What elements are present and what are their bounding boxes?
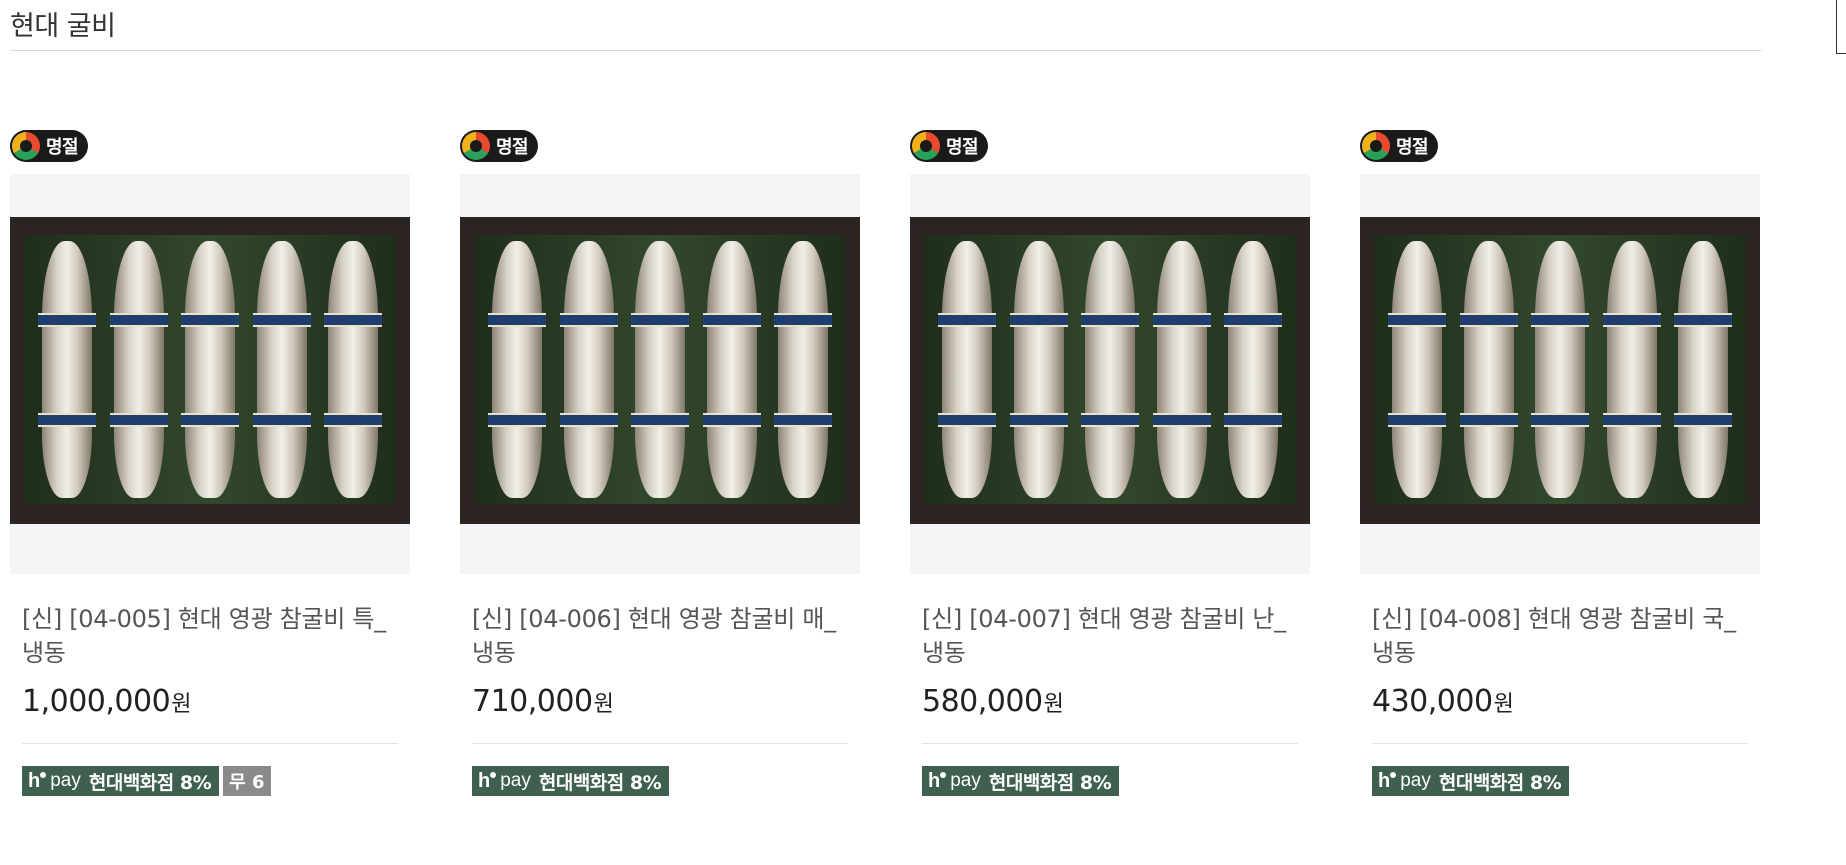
holiday-logo-icon [12, 132, 40, 160]
product-list-page: 현대 굴비 명절 [신] [04-005] 현대 영광 참굴비 특_냉동 1,0… [0, 0, 1846, 865]
product-image-link[interactable] [10, 174, 410, 574]
section-divider [10, 50, 1762, 51]
h-pay-icon: h [1378, 769, 1397, 792]
card-divider [472, 743, 848, 744]
holiday-badge: 명절 [460, 130, 539, 162]
holiday-logo-icon [912, 132, 940, 160]
price-unit: 원 [1043, 692, 1064, 717]
badge-label: 명절 [946, 137, 979, 158]
h-pay-icon: h [28, 769, 47, 792]
benefit-tags: h pay 현대백화점 8% [1372, 766, 1748, 796]
holiday-badge: 명절 [1360, 130, 1439, 162]
card-divider [922, 743, 1298, 744]
product-image-link[interactable] [460, 174, 860, 574]
badge-label: 명절 [46, 137, 79, 158]
price-value: 580,000 [922, 684, 1043, 719]
product-card: 명절 [신] [04-007] 현대 영광 참굴비 난_냉동 580,000 원 [910, 130, 1310, 796]
product-image [10, 217, 410, 524]
installment-tag: 무 6 [223, 766, 271, 796]
price-unit: 원 [593, 692, 614, 717]
product-name-link[interactable]: [신] [04-008] 현대 영광 참굴비 국_냉동 [1372, 602, 1748, 670]
card-divider [1372, 743, 1748, 744]
benefit-tags: h pay 현대백화점 8% [922, 766, 1298, 796]
benefit-tags: h pay 현대백화점 8% [472, 766, 848, 796]
badge-label: 명절 [496, 137, 529, 158]
section-title: 현대 굴비 [10, 11, 116, 42]
product-image [910, 217, 1310, 524]
card-divider [22, 743, 398, 744]
product-image [460, 217, 860, 524]
product-name-link[interactable]: [신] [04-007] 현대 영광 참굴비 난_냉동 [922, 602, 1298, 670]
pay-benefit: 현대백화점 8% [988, 771, 1112, 794]
product-card: 명절 [신] [04-005] 현대 영광 참굴비 특_냉동 1,000,000… [10, 130, 410, 796]
price-value: 710,000 [472, 684, 593, 719]
price: 710,000 원 [472, 684, 848, 719]
product-image-link[interactable] [910, 174, 1310, 574]
price: 430,000 원 [1372, 684, 1748, 719]
price: 580,000 원 [922, 684, 1298, 719]
pay-brand: pay [50, 770, 81, 791]
h-pay-tag: h pay 현대백화점 8% [22, 766, 220, 796]
holiday-badge: 명절 [910, 130, 989, 162]
pay-benefit: 현대백화점 8% [88, 771, 212, 794]
h-pay-icon: h [928, 769, 947, 792]
pay-brand: pay [1400, 770, 1431, 791]
product-name-link[interactable]: [신] [04-005] 현대 영광 참굴비 특_냉동 [22, 602, 398, 670]
h-pay-tag: h pay 현대백화점 8% [472, 766, 670, 796]
holiday-badge: 명절 [10, 130, 89, 162]
h-pay-icon: h [478, 769, 497, 792]
price-unit: 원 [1493, 692, 1514, 717]
h-pay-tag: h pay 현대백화점 8% [1372, 766, 1570, 796]
h-pay-tag: h pay 현대백화점 8% [922, 766, 1120, 796]
product-image [1360, 217, 1760, 524]
price-value: 430,000 [1372, 684, 1493, 719]
side-panel-edge[interactable] [1836, 0, 1846, 54]
product-grid: 명절 [신] [04-005] 현대 영광 참굴비 특_냉동 1,000,000… [10, 130, 1760, 796]
badge-label: 명절 [1396, 137, 1429, 158]
pay-benefit: 현대백화점 8% [1438, 771, 1562, 794]
price-unit: 원 [171, 692, 192, 717]
pay-benefit: 현대백화점 8% [538, 771, 662, 794]
pay-brand: pay [500, 770, 531, 791]
holiday-logo-icon [462, 132, 490, 160]
price-value: 1,000,000 [22, 684, 171, 719]
product-card: 명절 [신] [04-006] 현대 영광 참굴비 매_냉동 710,000 원 [460, 130, 860, 796]
product-image-link[interactable] [1360, 174, 1760, 574]
pay-brand: pay [950, 770, 981, 791]
product-name-link[interactable]: [신] [04-006] 현대 영광 참굴비 매_냉동 [472, 602, 848, 670]
benefit-tags: h pay 현대백화점 8% 무 6 [22, 766, 398, 796]
product-card: 명절 [신] [04-008] 현대 영광 참굴비 국_냉동 430,000 원 [1360, 130, 1760, 796]
holiday-logo-icon [1362, 132, 1390, 160]
price: 1,000,000 원 [22, 684, 398, 719]
